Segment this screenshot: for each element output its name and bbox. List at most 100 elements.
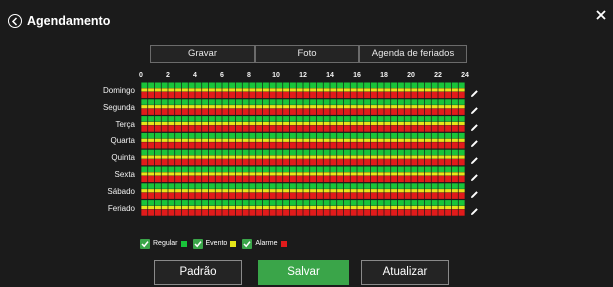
schedule-cell[interactable] — [296, 159, 303, 166]
schedule-cell[interactable] — [202, 121, 209, 126]
schedule-cell[interactable] — [141, 149, 148, 156]
schedule-cell[interactable] — [148, 183, 155, 189]
schedule-cell[interactable] — [357, 166, 364, 173]
schedule-cell[interactable] — [296, 138, 303, 142]
schedule-cell[interactable] — [188, 105, 195, 109]
schedule-cell[interactable] — [188, 149, 195, 156]
schedule-cell[interactable] — [411, 205, 418, 210]
schedule-cell[interactable] — [242, 159, 249, 166]
schedule-cell[interactable] — [141, 155, 148, 159]
schedule-cell[interactable] — [269, 99, 276, 105]
schedule-cell[interactable] — [330, 99, 337, 105]
schedule-cell[interactable] — [262, 116, 269, 122]
schedule-cell[interactable] — [289, 88, 296, 92]
schedule-cell[interactable] — [208, 155, 215, 159]
schedule-cell[interactable] — [350, 116, 357, 122]
schedule-cell[interactable] — [391, 132, 398, 139]
schedule-cell[interactable] — [161, 142, 168, 149]
schedule-cell[interactable] — [188, 132, 195, 139]
schedule-cell[interactable] — [418, 189, 425, 193]
schedule-cell[interactable] — [451, 159, 458, 166]
schedule-cell[interactable] — [337, 132, 344, 139]
schedule-cell[interactable] — [384, 121, 391, 126]
schedule-cell[interactable] — [175, 108, 182, 115]
schedule-cell[interactable] — [337, 138, 344, 142]
schedule-cell[interactable] — [397, 183, 404, 189]
schedule-cell[interactable] — [397, 125, 404, 132]
regular-checkbox[interactable] — [140, 239, 150, 249]
schedule-cell[interactable] — [195, 205, 202, 210]
schedule-cell[interactable] — [154, 132, 161, 139]
schedule-cell[interactable] — [289, 105, 296, 109]
edit-icon[interactable] — [470, 119, 479, 131]
schedule-cell[interactable] — [451, 149, 458, 156]
schedule-cell[interactable] — [276, 91, 283, 99]
schedule-cell[interactable] — [276, 189, 283, 193]
schedule-cell[interactable] — [141, 82, 148, 89]
schedule-cell[interactable] — [431, 132, 438, 139]
schedule-cell[interactable] — [316, 183, 323, 189]
schedule-cell[interactable] — [323, 88, 330, 92]
schedule-cell[interactable] — [316, 116, 323, 122]
schedule-cell[interactable] — [215, 105, 222, 109]
schedule-cell[interactable] — [384, 159, 391, 166]
schedule-cell[interactable] — [296, 116, 303, 122]
schedule-cell[interactable] — [424, 121, 431, 126]
schedule-cell[interactable] — [289, 121, 296, 126]
schedule-cell[interactable] — [229, 200, 236, 206]
default-button[interactable]: Padrão — [154, 260, 242, 285]
schedule-cell[interactable] — [431, 138, 438, 142]
schedule-cell[interactable] — [330, 82, 337, 89]
schedule-cell[interactable] — [364, 138, 371, 142]
schedule-cell[interactable] — [283, 172, 290, 176]
schedule-cell[interactable] — [377, 105, 384, 109]
schedule-cell[interactable] — [161, 108, 168, 115]
schedule-cell[interactable] — [289, 205, 296, 210]
schedule-cell[interactable] — [303, 99, 310, 105]
schedule-cell[interactable] — [222, 82, 229, 89]
schedule-cell[interactable] — [411, 108, 418, 115]
schedule-cell[interactable] — [404, 108, 411, 115]
schedule-cell[interactable] — [175, 166, 182, 173]
schedule-cell[interactable] — [343, 159, 350, 166]
schedule-cell[interactable] — [222, 99, 229, 105]
schedule-cell[interactable] — [310, 138, 317, 142]
schedule-cell[interactable] — [404, 132, 411, 139]
schedule-cell[interactable] — [445, 155, 452, 159]
schedule-cell[interactable] — [235, 149, 242, 156]
schedule-cell[interactable] — [229, 192, 236, 199]
schedule-cell[interactable] — [357, 125, 364, 132]
schedule-cell[interactable] — [289, 209, 296, 216]
schedule-cell[interactable] — [141, 99, 148, 105]
schedule-cell[interactable] — [458, 142, 465, 149]
schedule-cell[interactable] — [343, 149, 350, 156]
schedule-cell[interactable] — [235, 88, 242, 92]
schedule-cell[interactable] — [168, 166, 175, 173]
schedule-cell[interactable] — [404, 149, 411, 156]
schedule-cell[interactable] — [350, 125, 357, 132]
schedule-cell[interactable] — [391, 175, 398, 183]
schedule-cell[interactable] — [175, 121, 182, 126]
schedule-cell[interactable] — [222, 132, 229, 139]
schedule-cell[interactable] — [303, 116, 310, 122]
schedule-cell[interactable] — [458, 138, 465, 142]
schedule-cell[interactable] — [222, 121, 229, 126]
schedule-cell[interactable] — [364, 192, 371, 199]
schedule-cell[interactable] — [431, 205, 438, 210]
schedule-cell[interactable] — [181, 125, 188, 132]
schedule-cell[interactable] — [445, 121, 452, 126]
schedule-cell[interactable] — [188, 166, 195, 173]
schedule-cell[interactable] — [364, 205, 371, 210]
schedule-cell[interactable] — [431, 91, 438, 99]
schedule-cell[interactable] — [424, 132, 431, 139]
schedule-cell[interactable] — [404, 192, 411, 199]
schedule-cell[interactable] — [296, 209, 303, 216]
schedule-cell[interactable] — [391, 155, 398, 159]
edit-icon[interactable] — [470, 85, 479, 97]
schedule-cell[interactable] — [310, 159, 317, 166]
schedule-cell[interactable] — [276, 192, 283, 199]
schedule-cell[interactable] — [391, 192, 398, 199]
schedule-cell[interactable] — [384, 183, 391, 189]
schedule-cell[interactable] — [242, 166, 249, 173]
schedule-cell[interactable] — [141, 172, 148, 176]
